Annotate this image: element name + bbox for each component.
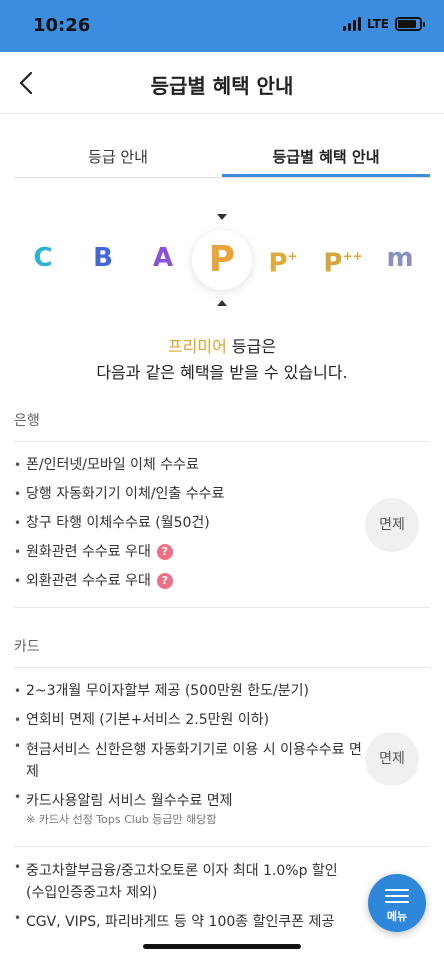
tier-intro: 프리미어 등급은 다음과 같은 혜택을 받을 수 있습니다. bbox=[0, 334, 444, 386]
intro-line-1: 프리미어 등급은 bbox=[0, 334, 444, 360]
tier-letter: B bbox=[93, 243, 113, 273]
other-benefit-list: 중고차할부금융/중고차오토론 이자 최대 1.0%p 할인 (수입인증중고차 제… bbox=[14, 856, 354, 931]
list-item: 창구 타행 이체수수료 (월50건) bbox=[14, 509, 364, 538]
tier-letter: P bbox=[323, 248, 343, 279]
tier-master[interactable]: m bbox=[380, 238, 420, 278]
list-item: 현금서비스 신한은행 자동화기기로 이용 시 이용수수료 면제 bbox=[14, 735, 364, 786]
card-exempt-badge: 면제 bbox=[365, 732, 419, 786]
list-item-text: 현금서비스 신한은행 자동화기기로 이용 시 이용수수료 면제 bbox=[26, 742, 362, 780]
list-item: 당행 자동화기기 이체/인출 수수료 bbox=[14, 480, 364, 509]
app-header: 등급별 혜택 안내 bbox=[0, 52, 444, 114]
tier-letter: P bbox=[268, 248, 288, 279]
list-item-text: 2~3개월 무이자할부 제공 (500만원 한도/분기) bbox=[26, 683, 309, 699]
intro-line-1-rest: 등급은 bbox=[226, 337, 277, 356]
divider bbox=[14, 607, 430, 608]
menu-button[interactable]: 메뉴 bbox=[368, 874, 426, 932]
section-title-bank: 은행 bbox=[14, 413, 40, 429]
card-note: ※ 카드사 선정 Tops Club 등급만 해당함 bbox=[26, 813, 217, 826]
status-time: 10:26 bbox=[33, 15, 91, 36]
list-item-text: 폰/인터넷/모바일 이체 수수료 bbox=[26, 457, 199, 473]
list-item: 폰/인터넷/모바일 이체 수수료 bbox=[14, 451, 364, 480]
tab-grade-benefits[interactable]: 등급별 혜택 안내 bbox=[222, 138, 430, 177]
hamburger-icon bbox=[385, 889, 409, 907]
tier-suffix: + bbox=[287, 249, 298, 263]
tier-letter: P bbox=[208, 239, 236, 280]
section-title-card: 카드 bbox=[14, 639, 40, 655]
tier-selector: C B A P P+ P++ m bbox=[0, 208, 444, 308]
signal-icon bbox=[342, 17, 361, 31]
home-indicator bbox=[143, 944, 301, 949]
list-item: 외환관련 수수료 우대? bbox=[14, 567, 364, 596]
help-icon[interactable]: ? bbox=[156, 573, 173, 589]
intro-line-2: 다음과 같은 혜택을 받을 수 있습니다. bbox=[96, 363, 348, 382]
battery-level bbox=[398, 20, 416, 28]
tier-letter: m bbox=[386, 243, 414, 273]
tier-premier-plus[interactable]: P+ bbox=[263, 238, 303, 279]
selection-arrow-down-icon bbox=[217, 214, 227, 220]
tab-grade-info[interactable]: 등급 안내 bbox=[14, 138, 222, 177]
tier-letter: A bbox=[152, 243, 174, 273]
bank-benefit-list: 폰/인터넷/모바일 이체 수수료 당행 자동화기기 이체/인출 수수료 창구 타… bbox=[14, 451, 364, 596]
tier-letter: C bbox=[33, 243, 53, 273]
list-item: CGV, VIPS, 파리바게뜨 등 약 100종 할인쿠폰 제공 (쿠 bbox=[14, 907, 354, 931]
status-bar: 10:26 LTE bbox=[0, 0, 444, 52]
list-item: 중고차할부금융/중고차오토론 이자 최대 1.0%p 할인 (수입인증중고차 제… bbox=[14, 856, 354, 907]
battery-icon bbox=[395, 17, 425, 31]
list-item: 2~3개월 무이자할부 제공 (500만원 한도/분기) bbox=[14, 677, 364, 706]
tier-c[interactable]: C bbox=[23, 238, 63, 278]
tab-bar: 등급 안내 등급별 혜택 안내 bbox=[14, 138, 430, 178]
list-item: 연회비 면제 (기본+서비스 2.5만원 이하) bbox=[14, 706, 364, 735]
menu-button-label: 메뉴 bbox=[386, 910, 408, 923]
list-item-text: CGV, VIPS, 파리바게뜨 등 약 100종 할인쿠폰 제공 (쿠 bbox=[26, 914, 335, 930]
list-item: 원화관련 수수료 우대? bbox=[14, 538, 364, 567]
divider bbox=[14, 667, 430, 668]
list-item-text: 카드사용알림 서비스 월수수료 면제 bbox=[26, 793, 233, 809]
help-icon[interactable]: ? bbox=[156, 544, 173, 560]
tier-name: 프리미어 bbox=[167, 337, 227, 356]
tier-suffix: ++ bbox=[342, 249, 363, 263]
tier-a[interactable]: A bbox=[143, 238, 183, 278]
divider bbox=[14, 846, 430, 847]
list-item-text: 창구 타행 이체수수료 (월50건) bbox=[26, 515, 210, 531]
list-item-text: 중고차할부금융/중고차오토론 이자 최대 1.0%p 할인 (수입인증중고차 제… bbox=[26, 863, 338, 901]
network-label: LTE bbox=[366, 17, 389, 31]
list-item-text: 연회비 면제 (기본+서비스 2.5만원 이하) bbox=[26, 712, 270, 728]
card-benefit-list: 2~3개월 무이자할부 제공 (500만원 한도/분기) 연회비 면제 (기본+… bbox=[14, 677, 364, 831]
list-item: 카드사용알림 서비스 월수수료 면제 ※ 카드사 선정 Tops Club 등급만… bbox=[14, 786, 364, 831]
list-item-text: 외환관련 수수료 우대 bbox=[26, 573, 151, 589]
divider bbox=[14, 441, 430, 442]
tier-b[interactable]: B bbox=[83, 238, 123, 278]
selection-arrow-up-icon bbox=[217, 300, 227, 306]
page-title: 등급별 혜택 안내 bbox=[150, 74, 294, 98]
list-item-text: 당행 자동화기기 이체/인출 수수료 bbox=[26, 486, 225, 502]
list-item-text: 원화관련 수수료 우대 bbox=[26, 544, 151, 560]
tier-premier-plus-plus[interactable]: P++ bbox=[323, 238, 363, 279]
status-indicators: LTE bbox=[342, 17, 425, 31]
bank-exempt-badge: 면제 bbox=[365, 498, 419, 552]
tier-premier-selected[interactable]: P bbox=[192, 230, 252, 290]
